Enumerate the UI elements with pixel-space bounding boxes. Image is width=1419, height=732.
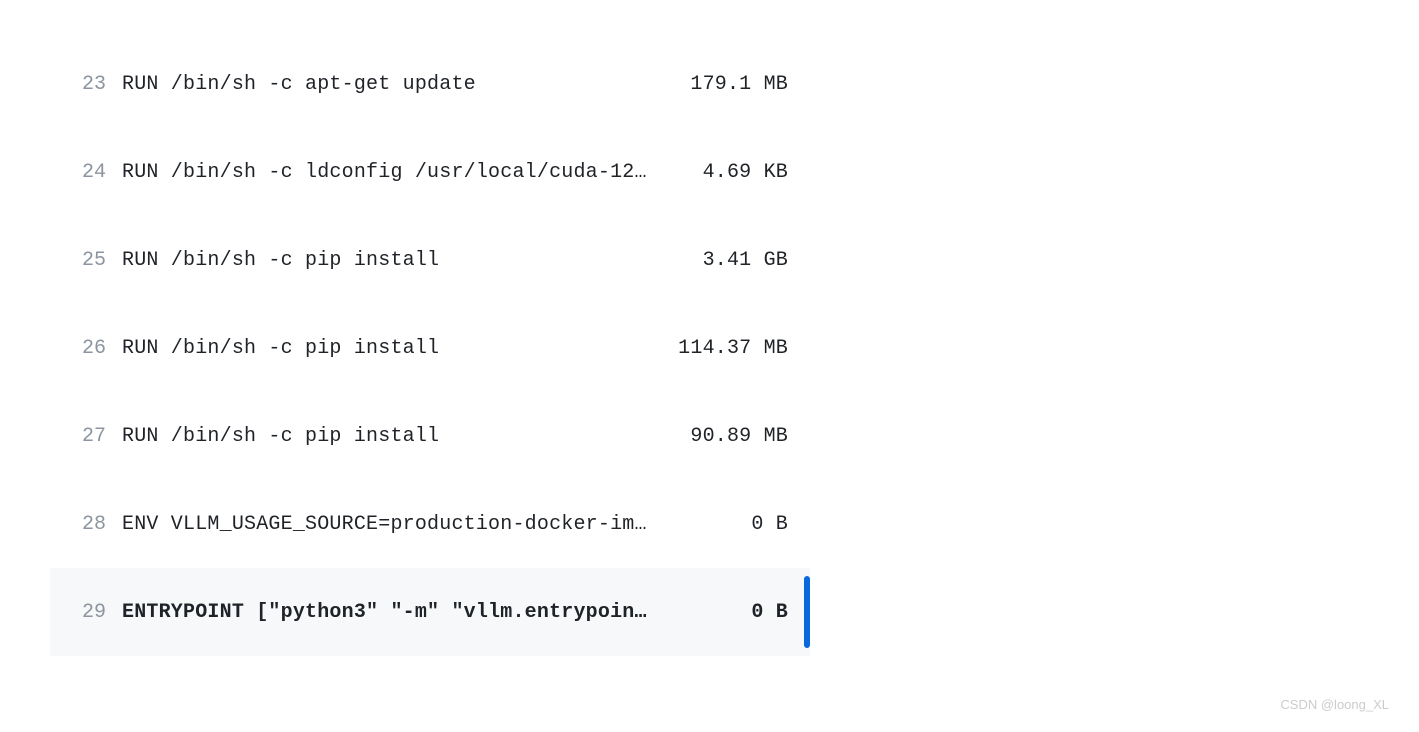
layer-row-25[interactable]: 25RUN /bin/sh -c pip install3.41 GB (50, 216, 810, 304)
line-number: 27 (62, 425, 122, 448)
line-number: 26 (62, 337, 122, 360)
layer-command: ENTRYPOINT ["python3" "-m" "vllm.entrypo… (122, 601, 668, 624)
layer-size: 179.1 MB (668, 73, 798, 96)
line-number: 24 (62, 161, 122, 184)
layer-command: RUN /bin/sh -c pip install (122, 249, 668, 272)
line-number: 23 (62, 73, 122, 96)
line-number: 25 (62, 249, 122, 272)
layer-size: 3.41 GB (668, 249, 798, 272)
layer-row-27[interactable]: 27RUN /bin/sh -c pip install90.89 MB (50, 392, 810, 480)
layer-command: RUN /bin/sh -c ldconfig /usr/local/cuda-… (122, 161, 668, 184)
layer-size: 0 B (668, 601, 798, 624)
layer-command: RUN /bin/sh -c pip install (122, 337, 668, 360)
docker-layers-list: 23RUN /bin/sh -c apt-get update179.1 MB2… (0, 0, 810, 656)
layer-row-24[interactable]: 24RUN /bin/sh -c ldconfig /usr/local/cud… (50, 128, 810, 216)
line-number: 29 (62, 601, 122, 624)
layer-row-23[interactable]: 23RUN /bin/sh -c apt-get update179.1 MB (50, 40, 810, 128)
line-number: 28 (62, 513, 122, 536)
layer-row-28[interactable]: 28ENV VLLM_USAGE_SOURCE=production-docke… (50, 480, 810, 568)
layer-size: 90.89 MB (668, 425, 798, 448)
layer-size: 114.37 MB (668, 337, 798, 360)
layer-row-26[interactable]: 26RUN /bin/sh -c pip install114.37 MB (50, 304, 810, 392)
layer-row-29[interactable]: 29ENTRYPOINT ["python3" "-m" "vllm.entry… (50, 568, 810, 656)
watermark-text: CSDN @loong_XL (1280, 697, 1389, 712)
layer-size: 4.69 KB (668, 161, 798, 184)
layer-size: 0 B (668, 513, 798, 536)
layer-command: ENV VLLM_USAGE_SOURCE=production-docker-… (122, 513, 668, 536)
layer-command: RUN /bin/sh -c pip install (122, 425, 668, 448)
layer-command: RUN /bin/sh -c apt-get update (122, 73, 668, 96)
